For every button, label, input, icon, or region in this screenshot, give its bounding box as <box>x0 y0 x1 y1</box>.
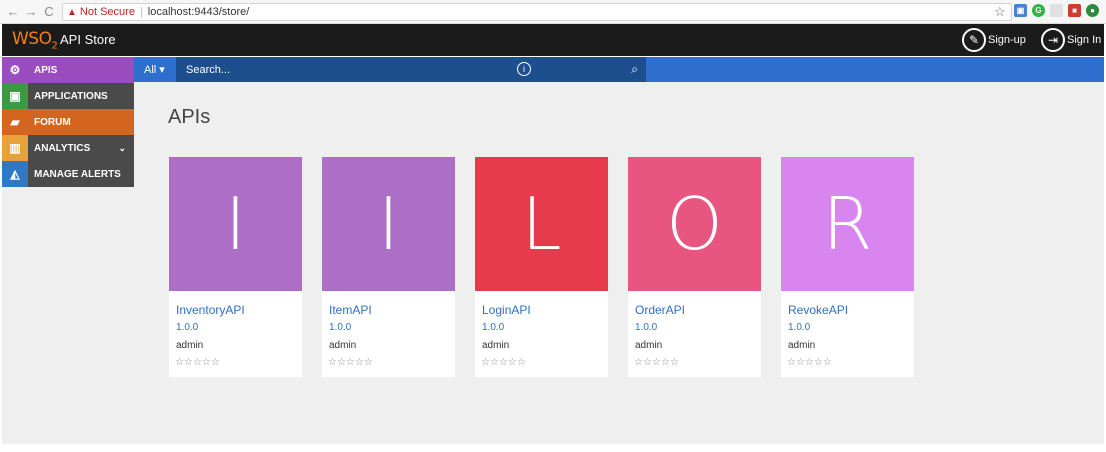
api-name-link[interactable]: RevokeAPI <box>788 303 848 317</box>
api-version: 1.0.0 <box>635 322 658 333</box>
edit-icon: ✎ <box>962 28 986 52</box>
search-placeholder: Search... <box>186 63 231 76</box>
chart-icon: ▥ <box>2 135 28 161</box>
api-name-link[interactable]: ItemAPI <box>329 303 372 317</box>
app-header: WSO2 API Store ✎ Sign-up ⇥ Sign In <box>2 24 1104 56</box>
search-scope-dropdown[interactable]: All ▾ <box>144 57 165 82</box>
star-rating: ☆☆☆☆☆ <box>175 357 220 368</box>
api-version: 1.0.0 <box>482 322 505 333</box>
api-version: 1.0.0 <box>176 322 199 333</box>
signin-label: Sign In <box>1067 34 1102 46</box>
sidebar-item-label: FORUM <box>34 116 71 128</box>
star-rating: ☆☆☆☆☆ <box>481 357 526 368</box>
api-thumbnail[interactable]: I <box>169 157 302 291</box>
api-card-revoke[interactable]: R RevokeAPI 1.0.0 admin ☆☆☆☆☆ <box>781 157 914 377</box>
url-text[interactable]: localhost:9443/store/ <box>148 6 250 18</box>
extension-icon-2[interactable]: G <box>1032 4 1045 17</box>
api-thumbnail[interactable]: L <box>475 157 608 291</box>
search-bar: All ▾ Search... ⌕ i <box>134 57 1104 82</box>
extension-icon-3[interactable] <box>1050 4 1063 17</box>
star-rating: ☆☆☆☆☆ <box>634 357 679 368</box>
forward-icon[interactable]: → <box>22 0 40 24</box>
address-divider: | <box>139 6 143 18</box>
api-name-link[interactable]: LoginAPI <box>482 303 531 317</box>
api-card-login[interactable]: L LoginAPI 1.0.0 admin ☆☆☆☆☆ <box>475 157 608 377</box>
extension-icon-5[interactable]: ● <box>1086 4 1099 17</box>
back-icon[interactable]: ← <box>4 0 22 24</box>
extension-icon-1[interactable]: ▣ <box>1014 4 1027 17</box>
gear-icon: ⚙ <box>9 63 21 77</box>
sidebar-item-analytics[interactable]: ▥ ANALYTICS ⌄ <box>2 135 134 161</box>
chat-icon: ▰ <box>10 115 20 129</box>
sidebar-item-label: APIS <box>34 64 58 76</box>
api-version: 1.0.0 <box>788 322 811 333</box>
api-version: 1.0.0 <box>329 322 352 333</box>
sidebar-item-label: APPLICATIONS <box>34 90 108 102</box>
browser-toolbar: ← → C ▲ Not Secure | localhost:9443/stor… <box>0 0 1106 24</box>
api-card-item[interactable]: I ItemAPI 1.0.0 admin ☆☆☆☆☆ <box>322 157 455 377</box>
chevron-down-icon: ⌄ <box>118 142 126 153</box>
not-secure-label: Not Secure <box>79 6 135 18</box>
warning-icon: ▲ <box>67 6 77 18</box>
star-rating: ☆☆☆☆☆ <box>328 357 373 368</box>
api-owner: admin <box>329 340 357 351</box>
api-card-order[interactable]: O OrderAPI 1.0.0 admin ☆☆☆☆☆ <box>628 157 761 377</box>
page-bottom <box>0 444 1106 452</box>
api-thumbnail[interactable]: O <box>628 157 761 291</box>
api-thumbnail[interactable]: R <box>781 157 914 291</box>
reload-icon[interactable]: C <box>40 0 58 24</box>
sidebar-item-apis[interactable]: ⚙ APIS <box>2 57 134 83</box>
api-name-link[interactable]: OrderAPI <box>635 303 685 317</box>
extension-icon-4[interactable]: ■ <box>1068 4 1081 17</box>
api-name-link[interactable]: InventoryAPI <box>176 303 245 317</box>
api-owner: admin <box>176 340 204 351</box>
sidebar-item-label: ANALYTICS <box>34 142 91 154</box>
window-icon: ▣ <box>2 83 28 109</box>
signup-button[interactable]: ✎ Sign-up <box>962 27 1026 53</box>
api-owner: admin <box>635 340 663 351</box>
sidebar-item-applications[interactable]: ▣ APPLICATIONS <box>2 83 134 109</box>
sidebar-item-forum[interactable]: ▰ FORUM <box>2 109 134 135</box>
login-icon: ⇥ <box>1041 28 1065 52</box>
sidebar: ⚙ APIS ▣ APPLICATIONS ▰ FORUM ▥ ANALYTIC… <box>2 57 134 187</box>
wso2-logo[interactable]: WSO2 <box>12 29 58 51</box>
api-card-inventory[interactable]: I InventoryAPI 1.0.0 admin ☆☆☆☆☆ <box>169 157 302 377</box>
api-owner: admin <box>482 340 510 351</box>
brand-title: API Store <box>60 32 116 47</box>
sidebar-item-manage-alerts[interactable]: ◭ MANAGE ALERTS <box>2 161 134 187</box>
browser-window: ← → C ▲ Not Secure | localhost:9443/stor… <box>0 0 1106 452</box>
signup-label: Sign-up <box>988 34 1026 46</box>
api-thumbnail[interactable]: I <box>322 157 455 291</box>
search-icon[interactable]: ⌕ <box>631 62 638 77</box>
info-icon[interactable]: i <box>517 62 531 76</box>
api-owner: admin <box>788 340 816 351</box>
bell-icon: ◭ <box>2 161 28 187</box>
address-bar[interactable]: ▲ Not Secure | localhost:9443/store/ <box>62 3 1012 21</box>
page-title: APIs <box>168 106 211 128</box>
search-input[interactable]: Search... ⌕ <box>176 57 646 82</box>
sidebar-item-label: MANAGE ALERTS <box>34 168 121 180</box>
signin-button[interactable]: ⇥ Sign In <box>1041 27 1101 53</box>
bookmark-star-icon[interactable]: ☆ <box>994 4 1006 20</box>
star-rating: ☆☆☆☆☆ <box>787 357 832 368</box>
